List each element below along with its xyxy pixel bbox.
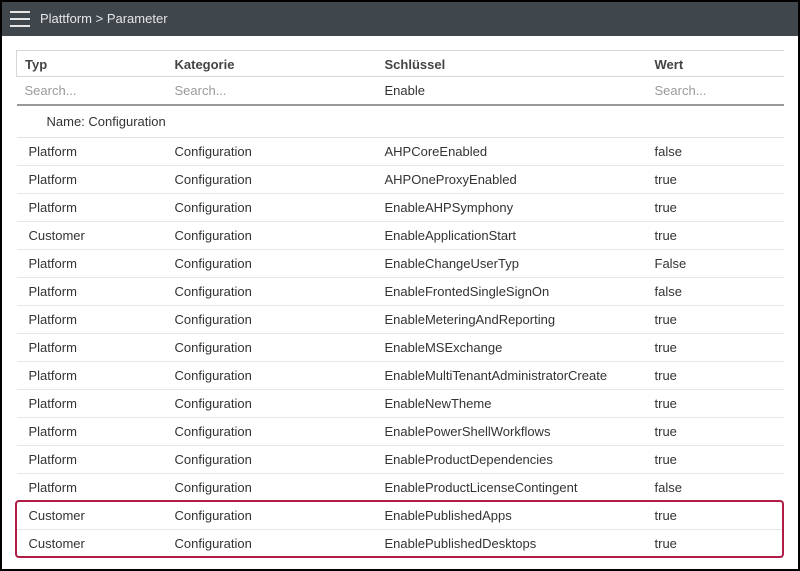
cell-kategorie: Configuration [167, 362, 377, 390]
search-row [17, 77, 785, 106]
table-row[interactable]: PlatformConfigurationEnableChangeUserTyp… [17, 250, 785, 278]
cell-kategorie: Configuration [167, 446, 377, 474]
col-header-wert[interactable]: Wert [647, 51, 785, 77]
app-header: Plattform > Parameter [2, 2, 798, 36]
cell-wert: true [647, 222, 785, 250]
table-row[interactable]: PlatformConfigurationEnablePowerShellWor… [17, 418, 785, 446]
cell-kategorie: Configuration [167, 166, 377, 194]
cell-typ: Platform [17, 474, 167, 502]
cell-kategorie: Configuration [167, 474, 377, 502]
table-row[interactable]: CustomerConfigurationEnablePublishedDesk… [17, 530, 785, 558]
cell-wert: false [647, 474, 785, 502]
table-row[interactable]: PlatformConfigurationEnableFrontedSingle… [17, 278, 785, 306]
cell-typ: Platform [17, 250, 167, 278]
cell-wert: false [647, 278, 785, 306]
cell-schluessel: EnablePublishedApps [377, 502, 647, 530]
cell-kategorie: Configuration [167, 390, 377, 418]
cell-typ: Platform [17, 446, 167, 474]
cell-wert: False [647, 250, 785, 278]
cell-typ: Platform [17, 278, 167, 306]
cell-kategorie: Configuration [167, 278, 377, 306]
cell-wert: true [647, 194, 785, 222]
cell-kategorie: Configuration [167, 418, 377, 446]
cell-kategorie: Configuration [167, 334, 377, 362]
cell-kategorie: Configuration [167, 194, 377, 222]
cell-kategorie: Configuration [167, 530, 377, 558]
search-kategorie-input[interactable] [167, 77, 377, 104]
cell-wert: true [647, 502, 785, 530]
table-row[interactable]: PlatformConfigurationAHPOneProxyEnabledt… [17, 166, 785, 194]
cell-typ: Customer [17, 530, 167, 558]
table-row[interactable]: PlatformConfigurationEnableAHPSymphonytr… [17, 194, 785, 222]
cell-schluessel: EnableAHPSymphony [377, 194, 647, 222]
cell-typ: Platform [17, 390, 167, 418]
cell-schluessel: EnableMultiTenantAdministratorCreate [377, 362, 647, 390]
cell-schluessel: EnableNewTheme [377, 390, 647, 418]
cell-kategorie: Configuration [167, 502, 377, 530]
group-label: Name: Configuration [17, 105, 785, 138]
col-header-typ[interactable]: Typ [17, 51, 167, 77]
cell-typ: Platform [17, 166, 167, 194]
cell-typ: Platform [17, 418, 167, 446]
table-row[interactable]: PlatformConfigurationAHPCoreEnabledfalse [17, 138, 785, 166]
col-header-schluessel[interactable]: Schlüssel [377, 51, 647, 77]
cell-wert: false [647, 138, 785, 166]
cell-schluessel: EnableProductLicenseContingent [377, 474, 647, 502]
table-row[interactable]: CustomerConfigurationEnableApplicationSt… [17, 222, 785, 250]
cell-wert: true [647, 390, 785, 418]
cell-wert: true [647, 446, 785, 474]
cell-wert: true [647, 362, 785, 390]
cell-schluessel: AHPOneProxyEnabled [377, 166, 647, 194]
cell-typ: Platform [17, 306, 167, 334]
table-row[interactable]: PlatformConfigurationEnableProductDepend… [17, 446, 785, 474]
cell-schluessel: EnableProductDependencies [377, 446, 647, 474]
table-row[interactable]: CustomerConfigurationEnablePublishedApps… [17, 502, 785, 530]
cell-wert: true [647, 166, 785, 194]
table-header-row: Typ Kategorie Schlüssel Wert [17, 51, 785, 77]
cell-kategorie: Configuration [167, 250, 377, 278]
group-row[interactable]: Name: Configuration [17, 105, 785, 138]
search-typ-input[interactable] [17, 77, 167, 104]
cell-kategorie: Configuration [167, 138, 377, 166]
table-row[interactable]: PlatformConfigurationEnableMSExchangetru… [17, 334, 785, 362]
table-row[interactable]: PlatformConfigurationEnableProductLicens… [17, 474, 785, 502]
cell-typ: Customer [17, 502, 167, 530]
cell-kategorie: Configuration [167, 222, 377, 250]
cell-typ: Platform [17, 138, 167, 166]
cell-schluessel: EnableMSExchange [377, 334, 647, 362]
parameter-table-wrap: Typ Kategorie Schlüssel Wert Name: Confi… [16, 50, 784, 558]
cell-schluessel: EnableChangeUserTyp [377, 250, 647, 278]
cell-wert: true [647, 334, 785, 362]
table-row[interactable]: PlatformConfigurationEnableMeteringAndRe… [17, 306, 785, 334]
cell-wert: true [647, 530, 785, 558]
cell-typ: Platform [17, 194, 167, 222]
breadcrumb: Plattform > Parameter [40, 2, 168, 36]
search-schluessel-input[interactable] [377, 77, 647, 104]
cell-typ: Platform [17, 334, 167, 362]
cell-schluessel: AHPCoreEnabled [377, 138, 647, 166]
col-header-kategorie[interactable]: Kategorie [167, 51, 377, 77]
cell-typ: Platform [17, 362, 167, 390]
parameter-table: Typ Kategorie Schlüssel Wert Name: Confi… [16, 50, 784, 558]
cell-schluessel: EnablePowerShellWorkflows [377, 418, 647, 446]
table-row[interactable]: PlatformConfigurationEnableMultiTenantAd… [17, 362, 785, 390]
cell-kategorie: Configuration [167, 306, 377, 334]
cell-schluessel: EnableMeteringAndReporting [377, 306, 647, 334]
cell-wert: true [647, 306, 785, 334]
search-wert-input[interactable] [647, 77, 785, 104]
menu-icon[interactable] [10, 11, 30, 27]
cell-typ: Customer [17, 222, 167, 250]
cell-schluessel: EnablePublishedDesktops [377, 530, 647, 558]
cell-schluessel: EnableApplicationStart [377, 222, 647, 250]
cell-schluessel: EnableFrontedSingleSignOn [377, 278, 647, 306]
cell-wert: true [647, 418, 785, 446]
table-row[interactable]: PlatformConfigurationEnableNewThemetrue [17, 390, 785, 418]
